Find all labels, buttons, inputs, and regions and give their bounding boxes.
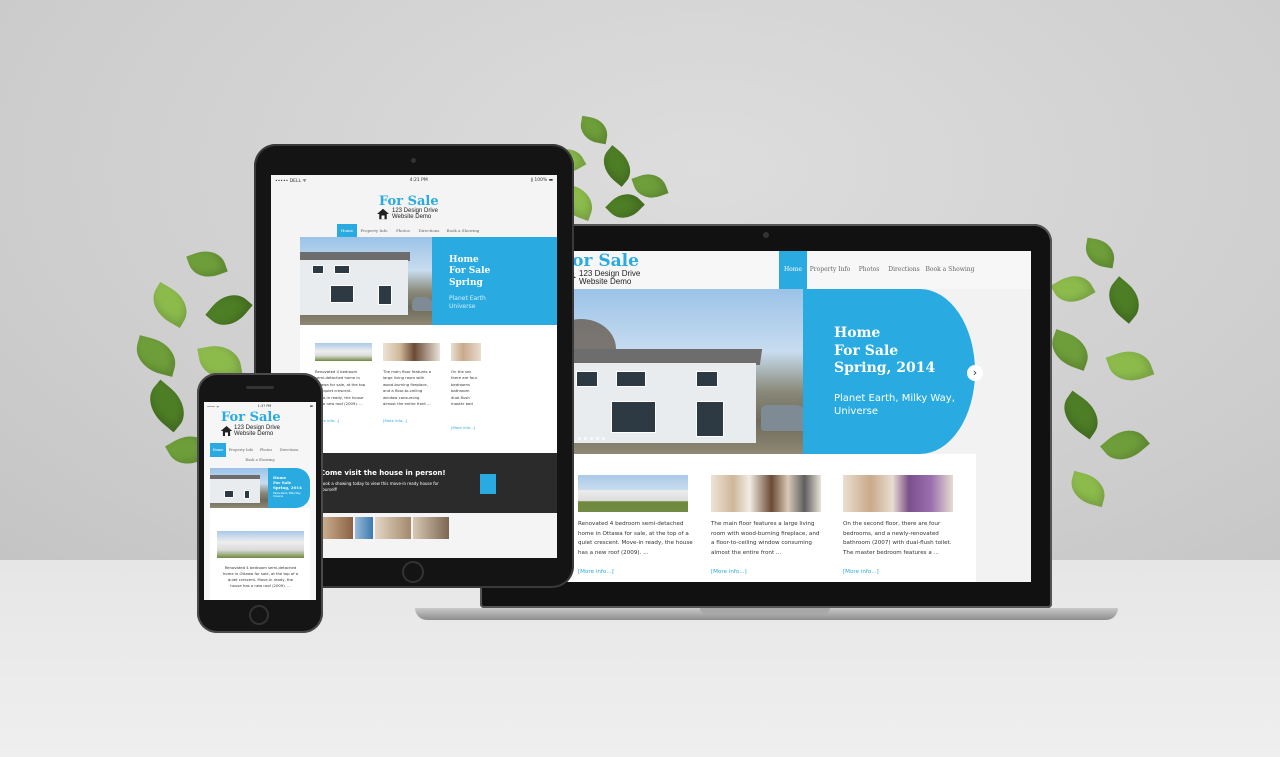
tablet-card-1-text: Renovated 4 bedroom semi-detached home i… <box>315 369 366 407</box>
site-header: For Sale 123 Design Drive Website Demo H… <box>501 251 1031 289</box>
hero-title-line2: For Sale <box>834 342 899 359</box>
phone-home-button[interactable] <box>249 605 269 625</box>
card-1-text: Renovated 4 bedroom semi-detached home i… <box>578 521 693 556</box>
laptop-screen: For Sale 123 Design Drive Website Demo H… <box>501 251 1031 582</box>
phone-content: Renovated 4 bedroom semi-detached home i… <box>210 508 310 600</box>
nav-book-showing[interactable]: Book a Showing <box>923 251 977 289</box>
content-area: Renovated 4 bedroom semi-detached home i… <box>556 454 976 582</box>
visit-band-title: Come visit the house in person! <box>320 469 446 477</box>
tablet-nav-book-showing[interactable]: Book a Showing <box>443 224 483 238</box>
status-battery: ∦ 100% ▬ <box>530 178 553 183</box>
phone-brand-subtitle: 123 Design Drive Website Demo <box>234 425 281 438</box>
slide-indicators[interactable] <box>578 437 605 440</box>
tablet-nav-property-info[interactable]: Property Info <box>357 224 391 238</box>
gallery-thumb[interactable] <box>355 517 373 539</box>
visit-band-button[interactable] <box>480 474 496 494</box>
tablet-card-2-text: The main floor features a large living r… <box>383 369 431 407</box>
phone-nav-home[interactable]: Home <box>210 443 226 457</box>
card-2-text: The main floor features a large living r… <box>711 521 820 556</box>
tablet-card-3-image[interactable] <box>451 343 481 361</box>
laptop-notch <box>700 608 830 614</box>
tablet-nav: Home Property Info Photos Directions Boo… <box>337 224 483 238</box>
nav-photos[interactable]: Photos <box>853 251 885 289</box>
hero-title-line3: Spring, 2014 <box>834 360 936 376</box>
tablet-nav-home[interactable]: Home <box>337 224 357 238</box>
tablet-brand-title[interactable]: For Sale <box>379 194 439 209</box>
card-1-image[interactable] <box>578 475 688 512</box>
phone-screen: •••• ᯤ 1:37 PM ▬ For Sale 123 Design Dri… <box>204 402 316 600</box>
phone-nav-photos[interactable]: Photos <box>256 443 276 457</box>
tablet-status-bar: ••••• DELL ᯤ 4:21 PM ∦ 100% ▬ <box>271 175 557 185</box>
brand-subtitle: 123 Design Drive Website Demo <box>579 269 641 287</box>
phone-card-1-image[interactable] <box>217 531 304 558</box>
tablet-card-3-more-link[interactable]: [More info...] <box>451 425 475 430</box>
tablet-home-button[interactable] <box>402 561 424 583</box>
phone: •••• ᯤ 1:37 PM ▬ For Sale 123 Design Dri… <box>197 373 323 633</box>
phone-status-bar: •••• ᯤ 1:37 PM ▬ <box>207 404 313 409</box>
gallery-thumb[interactable] <box>375 517 411 539</box>
card-3-image[interactable] <box>843 475 953 512</box>
phone-hero-image <box>210 468 268 508</box>
status-carrier: ••••• DELL ᯤ <box>275 179 307 184</box>
tablet-hero-panel: Home For Sale Spring Planet Earth Univer… <box>432 237 557 325</box>
tablet-visit-band: Come visit the house in person! Book a s… <box>300 453 557 513</box>
tablet-card-2-image[interactable] <box>383 343 440 361</box>
tablet-card-1-image[interactable] <box>315 343 372 361</box>
nav-property-info[interactable]: Property Info <box>807 251 853 289</box>
hero-panel: Home For Sale Spring, 2014 Planet Earth,… <box>803 289 975 454</box>
nav-directions[interactable]: Directions <box>885 251 923 289</box>
visit-band-text: Book a showing today to view this move-i… <box>320 481 439 492</box>
phone-nav-book-showing[interactable]: Book a Showing <box>204 458 316 462</box>
tablet-nav-directions[interactable]: Directions <box>415 224 443 238</box>
phone-nav: Home Property Info Photos Directions <box>210 443 302 457</box>
phone-card-1-text: Renovated 4 bedroom semi-detached home i… <box>222 565 299 588</box>
gallery-thumb[interactable] <box>413 517 449 539</box>
phone-brand-title[interactable]: For Sale <box>221 410 281 425</box>
card-3-more-link[interactable]: [More info...] <box>843 569 879 575</box>
gallery-thumb[interactable] <box>319 517 353 539</box>
card-1-more-link[interactable]: [More info...] <box>578 569 614 575</box>
tablet-hero-image <box>300 237 433 325</box>
card-2-image[interactable] <box>711 475 821 512</box>
hero-slide-image <box>556 289 806 454</box>
phone-nav-directions[interactable]: Directions <box>276 443 302 457</box>
tablet-camera <box>411 158 416 163</box>
tablet-house-icon <box>377 208 389 220</box>
hero-subtitle-line1: Planet Earth, Milky Way, <box>834 392 955 404</box>
laptop-camera <box>763 232 769 238</box>
hero-title-line1: Home <box>834 325 881 341</box>
card-2-more-link[interactable]: [More info...] <box>711 569 747 575</box>
phone-nav-property-info[interactable]: Property Info <box>226 443 256 457</box>
phone-house-icon <box>220 425 233 437</box>
nav-home[interactable]: Home <box>779 251 807 289</box>
tablet-nav-photos[interactable]: Photos <box>391 224 415 238</box>
tablet-card-3-text: On the sec there are four bedrooms bathr… <box>451 369 478 407</box>
hero-subtitle-line2: Universe <box>834 405 878 417</box>
tablet-gallery-strip <box>300 517 557 551</box>
slide-next-button[interactable]: › <box>967 365 983 381</box>
phone-hero-panel: Home For Sale Spring, 2014 Planet Earth,… <box>268 468 310 508</box>
main-nav: Home Property Info Photos Directions Boo… <box>779 251 977 289</box>
phone-speaker <box>246 386 274 389</box>
tablet-content: Renovated 4 bedroom semi-detached home i… <box>300 325 557 453</box>
tablet-brand-subtitle: 123 Design Drive Website Demo <box>392 208 439 221</box>
tablet-card-2-more-link[interactable]: [More info...] <box>383 418 407 423</box>
card-3-text: On the second floor, there are four bedr… <box>843 521 952 556</box>
status-time: 4:21 PM <box>409 178 428 183</box>
